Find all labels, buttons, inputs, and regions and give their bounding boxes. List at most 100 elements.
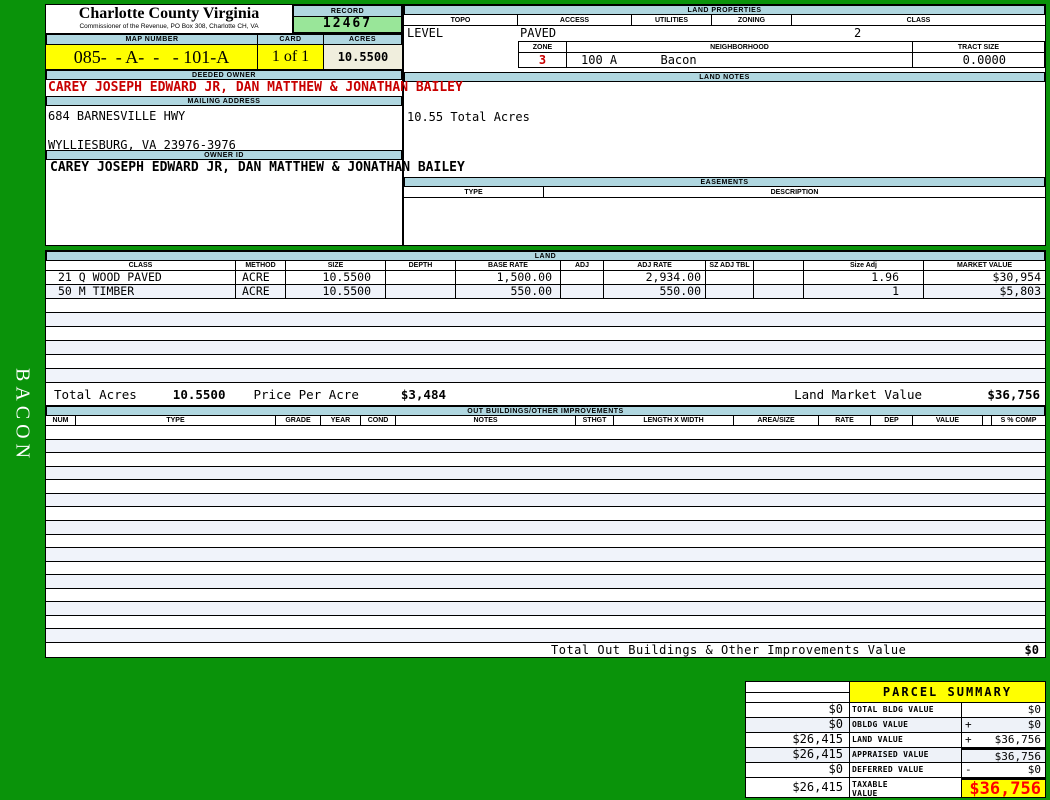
mailing-address: 684 BARNESVILLE HWY WYLLIESBURG, VA 2397… (46, 106, 402, 152)
cell-base-rate: 1,500.00 (456, 271, 561, 284)
tract-size-label: TRACT SIZE (957, 43, 1000, 51)
ob-col-type: TYPE (76, 416, 276, 425)
neighborhood-headers: ZONE NEIGHBORHOOD TRACT SIZE (519, 42, 1044, 53)
empty-row (46, 629, 1045, 643)
ob-col-length-width: LENGTH X WIDTH (614, 416, 734, 425)
card-label: CARD (258, 34, 324, 45)
out-buildings-title: OUT BUILDINGS/OTHER IMPROVEMENTS (46, 406, 1045, 416)
parcel-summary-title: PARCEL SUMMARY (850, 682, 1045, 702)
cell-sz-adj-tbl (706, 285, 754, 298)
empty-row (46, 480, 1045, 494)
access-value: PAVED (520, 26, 557, 40)
summary-label: OBLDG VALUE (850, 718, 962, 732)
land-properties-title: LAND PROPERTIES (404, 5, 1045, 15)
prior-value: $26,415 (746, 748, 850, 762)
map-number-label: MAP NUMBER (46, 34, 258, 45)
cell-class: 21 Q WOOD PAVED (46, 271, 236, 284)
out-buildings-total-label: Total Out Buildings & Other Improvements… (551, 643, 907, 657)
summary-label: APPRAISED VALUE (850, 748, 962, 762)
empty-row (46, 534, 1045, 549)
taxable-label-line2: VALUE (852, 788, 878, 798)
tract-size-value: 0.0000 (962, 53, 1006, 67)
out-buildings-total-row: Total Out Buildings & Other Improvements… (46, 643, 1045, 657)
summary-row: $0 OBLDG VALUE + $0 (746, 718, 1045, 733)
owner-panel-blank (46, 176, 402, 245)
cell-market-value: $5,803 (999, 285, 1041, 298)
summary-row: $26,415 APPRAISED VALUE $36,756 (746, 748, 1045, 763)
land-col-class: CLASS (46, 261, 236, 270)
col-access: ACCESS (518, 15, 632, 25)
empty-row (46, 588, 1045, 603)
total-acres-value: 10.5500 (172, 386, 226, 402)
empty-row (46, 615, 1045, 630)
county-name: Charlotte County Virginia (78, 5, 260, 22)
cell-size-adj: 1.96 (804, 271, 924, 284)
cell-class: 50 M TIMBER (46, 285, 236, 298)
land-properties-values: LEVEL PAVED 2 (404, 26, 1045, 41)
land-col-method: METHOD (236, 261, 286, 270)
ob-col-value: VALUE (913, 416, 983, 425)
taxable-value-label: TAXABLE VALUE (850, 778, 962, 798)
land-col-size-adj: Size Adj (804, 261, 924, 270)
empty-row (46, 426, 1045, 440)
ob-col-num: NUM (46, 416, 76, 425)
ob-col-rate: RATE (819, 416, 871, 425)
empty-row (46, 327, 1045, 341)
property-record-card: { "sidebar": { "label": "BACON" }, "head… (0, 0, 1050, 800)
land-row: 50 M TIMBER ACRE 10.5500 550.00 550.00 1… (46, 285, 1045, 299)
map-card-acres-values: 085- - A- - - 101-A 1 of 1 10.5500 (46, 45, 402, 70)
land-row: 21 Q WOOD PAVED ACRE 10.5500 1,500.00 2,… (46, 271, 1045, 285)
cell-blank (754, 271, 804, 284)
summary-value: $0 (1027, 703, 1041, 716)
cell-sz-adj-tbl (706, 271, 754, 284)
empty-row (46, 299, 1045, 313)
zone-label: ZONE (519, 42, 567, 52)
parcel-summary-header: PARCEL SUMMARY (746, 682, 1045, 703)
prior-taxable-value: $26,415 (746, 778, 850, 797)
out-buildings-total-value: $0 (1024, 643, 1039, 657)
col-class: CLASS (906, 16, 931, 24)
land-col-size: SIZE (286, 261, 386, 270)
land-column-headers: CLASS METHOD SIZE DEPTH BASE RATE ADJ AD… (46, 261, 1045, 271)
deeded-owner-label: DEEDED OWNER (46, 70, 402, 80)
land-market-value: $36,756 (987, 386, 1040, 402)
map-card-acres-labels: MAP NUMBER CARD ACRES (46, 34, 402, 45)
out-buildings-empty-rows (46, 426, 1045, 643)
ob-col-notes: NOTES (396, 416, 576, 425)
land-title: LAND (46, 251, 1045, 261)
empty-row (46, 341, 1045, 355)
acres-label: ACRES (324, 34, 402, 45)
ob-col-year: YEAR (321, 416, 361, 425)
ob-col-cond: COND (361, 416, 396, 425)
land-col-blank (754, 261, 804, 270)
land-totals-row: Total Acres 10.5500 Price Per Acre $3,48… (46, 383, 1045, 406)
summary-op: + (965, 718, 972, 731)
cell-blank (754, 285, 804, 298)
land-col-adj: ADJ (561, 261, 604, 270)
out-buildings-headers: NUM TYPE GRADE YEAR COND NOTES STHGT LEN… (46, 416, 1045, 426)
col-zoning: ZONING (712, 15, 792, 25)
ob-col-pct-comp: S % COMP (1000, 417, 1037, 424)
price-per-acre-label: Price Per Acre (253, 386, 359, 402)
land-notes-text: 10.55 Total Acres (407, 110, 530, 124)
deeded-owner-value: CAREY JOSEPH EDWARD JR, DAN MATTHEW & JO… (48, 80, 463, 95)
prior-value: $0 (746, 703, 850, 717)
cell-adj (561, 271, 604, 284)
class-value: 2 (854, 26, 862, 40)
county-title-box: Charlotte County Virginia Commissioner o… (46, 5, 293, 33)
ob-col-area-size: AREA/SIZE (734, 416, 819, 425)
ob-col-dep: DEP (871, 416, 913, 425)
neighborhood-value: 100 A Bacon (567, 53, 913, 67)
taxable-value-row: $26,415 TAXABLE VALUE $36,756 (746, 778, 1045, 799)
easements-title: EASEMENTS (404, 177, 1045, 187)
summary-label: DEFERRED VALUE (850, 763, 962, 777)
summary-label: LAND VALUE (850, 733, 962, 747)
cell-base-rate: 550.00 (456, 285, 561, 298)
summary-row: $26,415 LAND VALUE + $36,756 (746, 733, 1045, 748)
owner-id-label: OWNER ID (46, 150, 402, 160)
cell-adj-rate: 550.00 (604, 285, 706, 298)
cell-adj (561, 285, 604, 298)
land-col-depth: DEPTH (386, 261, 456, 270)
land-notes-title: LAND NOTES (404, 72, 1045, 82)
land-col-market-value: MARKET VALUE (956, 262, 1013, 269)
